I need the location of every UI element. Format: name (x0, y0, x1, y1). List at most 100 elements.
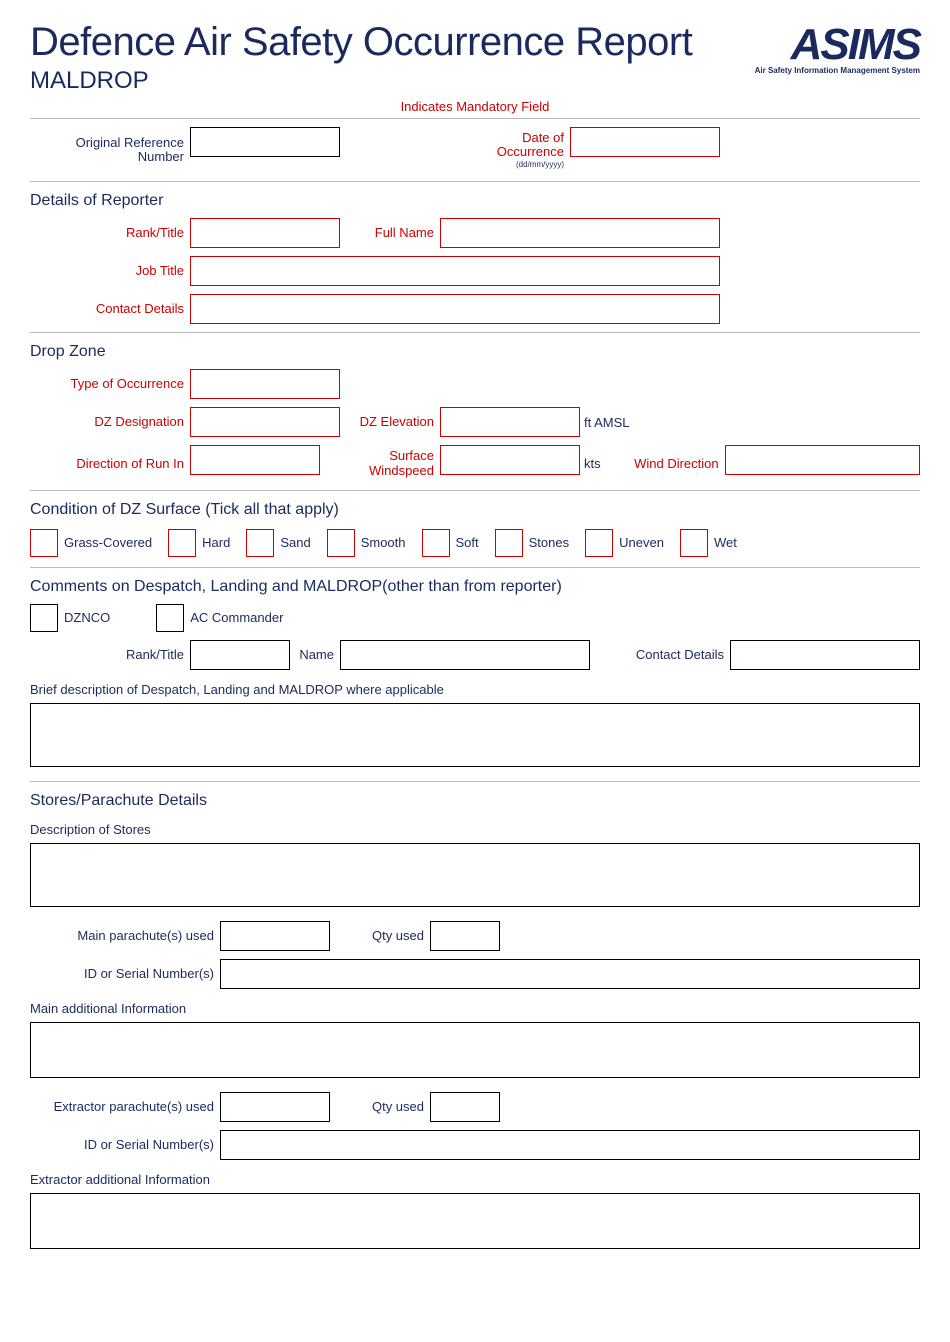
input-main-qty[interactable] (430, 921, 500, 951)
label-main-info: Main additional Information (30, 1001, 920, 1016)
label-ext-info: Extractor additional Information (30, 1172, 920, 1187)
checkbox-sand[interactable] (246, 529, 274, 557)
input-ext-parachute[interactable] (220, 1092, 330, 1122)
label-dz-elev: DZ Elevation (340, 407, 440, 437)
input-winddir[interactable] (725, 445, 920, 475)
section-reporter: Details of Reporter (30, 192, 920, 210)
row-role-select: DZNCO AC Commander (30, 604, 920, 632)
row-dz-type: Type of Occurrence (30, 369, 920, 399)
label-main-qty: Qty used (330, 921, 430, 951)
input-date[interactable] (570, 127, 720, 157)
checkbox-hard[interactable] (168, 529, 196, 557)
checkbox-smooth[interactable] (327, 529, 355, 557)
input-ext-serial[interactable] (220, 1130, 920, 1160)
row-ref-date: Original Reference Number Date of Occurr… (30, 127, 920, 173)
label-main-serial: ID or Serial Number(s) (30, 959, 220, 989)
unit-ft-amsl: ft AMSL (580, 407, 634, 437)
label-desc-stores: Description of Stores (30, 822, 920, 837)
row-ext-parachute: Extractor parachute(s) used Qty used (30, 1092, 920, 1122)
input-c-name[interactable] (340, 640, 590, 670)
row-comment-person: Rank/Title Name Contact Details (30, 640, 920, 670)
section-dz: Drop Zone (30, 343, 920, 361)
section-stores: Stores/Parachute Details (30, 792, 920, 810)
input-main-parachute[interactable] (220, 921, 330, 951)
label-contact: Contact Details (30, 294, 190, 324)
divider (30, 490, 920, 491)
input-rank[interactable] (190, 218, 340, 248)
textarea-ext-info[interactable] (30, 1193, 920, 1249)
label-soft: Soft (456, 535, 479, 550)
label-ext-serial: ID or Serial Number(s) (30, 1130, 220, 1160)
input-dz-elev[interactable] (440, 407, 580, 437)
checkbox-grass[interactable] (30, 529, 58, 557)
unit-kts: kts (580, 445, 605, 482)
section-comments: Comments on Despatch, Landing and MALDRO… (30, 578, 920, 596)
label-dz-desig: DZ Designation (30, 407, 190, 437)
textarea-main-info[interactable] (30, 1022, 920, 1078)
textarea-desc-stores[interactable] (30, 843, 920, 907)
row-contact: Contact Details (30, 294, 920, 324)
page-subtitle: MALDROP (30, 67, 720, 95)
label-grass: Grass-Covered (64, 535, 152, 550)
input-contact[interactable] (190, 294, 720, 324)
checkbox-uneven[interactable] (585, 529, 613, 557)
label-uneven: Uneven (619, 535, 664, 550)
label-stones: Stones (529, 535, 569, 550)
page-title: Defence Air Safety Occurrence Report (30, 20, 720, 65)
checkbox-ac[interactable] (156, 604, 184, 632)
row-main-serial: ID or Serial Number(s) (30, 959, 920, 989)
label-date: Date of Occurrence (dd/mm/yyyy) (460, 127, 570, 173)
row-dz-desig: DZ Designation DZ Elevation ft AMSL (30, 407, 920, 437)
input-wind[interactable] (440, 445, 580, 475)
asims-logo: ASIMS Air Safety Information Management … (720, 20, 920, 75)
label-dznco: DZNCO (64, 610, 110, 625)
input-c-rank[interactable] (190, 640, 290, 670)
logo-tagline: Air Safety Information Management System (720, 66, 920, 75)
label-main-parachute: Main parachute(s) used (30, 921, 220, 951)
input-dz-desig[interactable] (190, 407, 340, 437)
label-runin: Direction of Run In (30, 445, 190, 482)
label-brief: Brief description of Despatch, Landing a… (30, 682, 920, 697)
textarea-brief[interactable] (30, 703, 920, 767)
input-dz-type[interactable] (190, 369, 340, 399)
row-rank-name: Rank/Title Full Name (30, 218, 920, 248)
label-ac: AC Commander (190, 610, 283, 625)
checkbox-stones[interactable] (495, 529, 523, 557)
input-fullname[interactable] (440, 218, 720, 248)
logo-text: ASIMS (720, 20, 920, 70)
page-header: Defence Air Safety Occurrence Report MAL… (30, 20, 920, 95)
input-runin[interactable] (190, 445, 320, 475)
divider (30, 181, 920, 182)
section-surface: Condition of DZ Surface (Tick all that a… (30, 501, 920, 519)
row-dz-run: Direction of Run In Surface Windspeed kt… (30, 445, 920, 482)
mandatory-note: Indicates Mandatory Field (30, 99, 920, 114)
input-c-contact[interactable] (730, 640, 920, 670)
checkbox-dznco[interactable] (30, 604, 58, 632)
divider (30, 332, 920, 333)
checkbox-soft[interactable] (422, 529, 450, 557)
surface-options: Grass-Covered Hard Sand Smooth Soft Ston… (30, 529, 920, 557)
label-c-rank: Rank/Title (30, 640, 190, 670)
label-wet: Wet (714, 535, 737, 550)
input-ext-qty[interactable] (430, 1092, 500, 1122)
label-wind: Surface Windspeed (320, 445, 440, 482)
label-c-name: Name (290, 640, 340, 670)
input-job[interactable] (190, 256, 720, 286)
input-main-serial[interactable] (220, 959, 920, 989)
label-winddir: Wind Direction (605, 445, 725, 482)
label-job: Job Title (30, 256, 190, 286)
checkbox-wet[interactable] (680, 529, 708, 557)
label-fullname: Full Name (340, 218, 440, 248)
label-sand: Sand (280, 535, 310, 550)
label-c-contact: Contact Details (590, 640, 730, 670)
input-ref[interactable] (190, 127, 340, 157)
label-rank: Rank/Title (30, 218, 190, 248)
title-block: Defence Air Safety Occurrence Report MAL… (30, 20, 720, 95)
label-ext-parachute: Extractor parachute(s) used (30, 1092, 220, 1122)
label-dz-type: Type of Occurrence (30, 369, 190, 399)
label-smooth: Smooth (361, 535, 406, 550)
divider (30, 781, 920, 782)
row-main-parachute: Main parachute(s) used Qty used (30, 921, 920, 951)
row-job: Job Title (30, 256, 920, 286)
row-ext-serial: ID or Serial Number(s) (30, 1130, 920, 1160)
